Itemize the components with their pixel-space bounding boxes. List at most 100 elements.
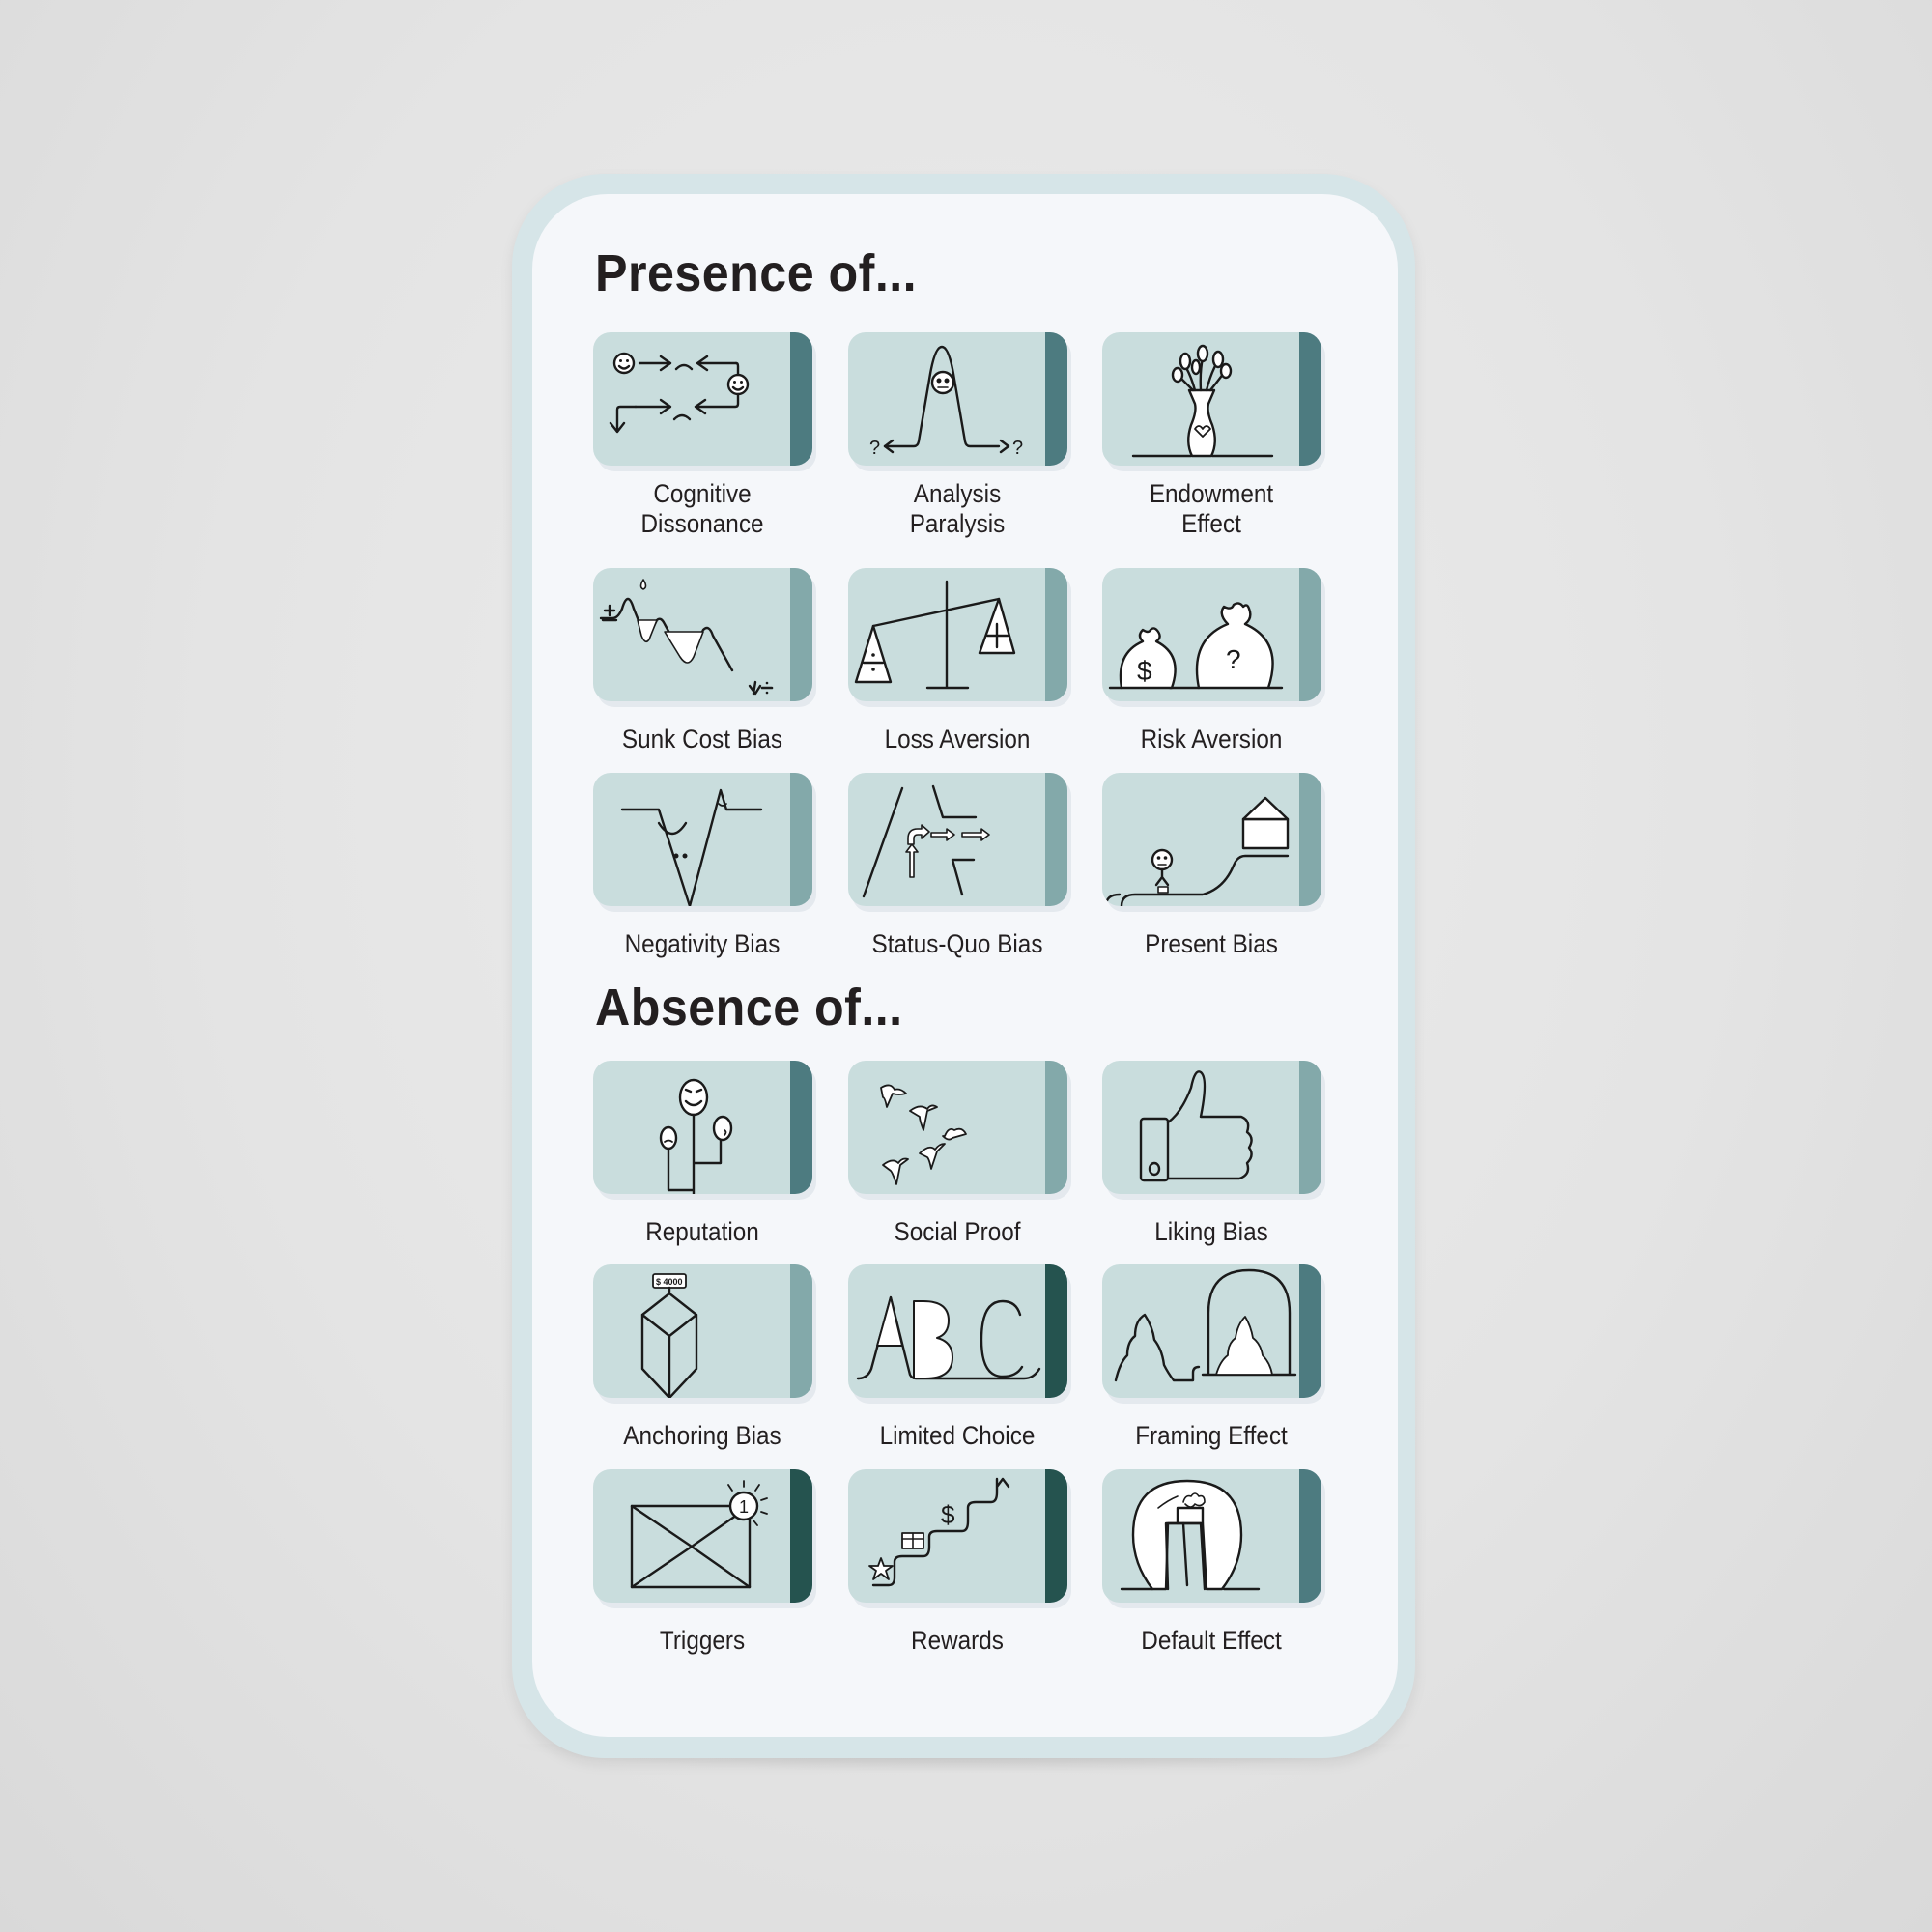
- tile-accent-bar: [790, 773, 812, 906]
- path-to-house-icon: [1102, 773, 1299, 906]
- tile-body: [1102, 1264, 1321, 1398]
- tile-body: ??: [848, 332, 1067, 466]
- tile-accent-bar: [1045, 568, 1067, 701]
- bias-tile-thumbs-up[interactable]: [1102, 1061, 1325, 1200]
- bias-label: Cognitive Dissonance: [589, 479, 815, 539]
- bias-tile-price-tag-cube[interactable]: $ 4000: [593, 1264, 816, 1404]
- svg-text:$: $: [1137, 656, 1152, 686]
- bias-tile-abc-letters[interactable]: [848, 1264, 1071, 1404]
- bias-label-line: Social Proof: [894, 1217, 1021, 1246]
- bias-tile-spotlight-pedestal[interactable]: [1102, 1469, 1325, 1608]
- bias-tile-flock-birds[interactable]: [848, 1061, 1071, 1200]
- svg-text:?: ?: [1012, 438, 1023, 459]
- tile-body: $ ?: [1102, 568, 1321, 701]
- svg-text:?: ?: [869, 438, 880, 459]
- bias-label: Social Proof: [844, 1217, 1070, 1247]
- tile-body: [1102, 332, 1321, 466]
- road-arrows-icon: [848, 773, 1045, 906]
- bias-tile-analysis-paralysis[interactable]: ??: [848, 332, 1071, 471]
- bias-label-line: Loss Aversion: [884, 724, 1031, 753]
- bias-label: Sunk Cost Bias: [589, 724, 815, 754]
- tile-body: [593, 773, 812, 906]
- bias-tile-faces-tree[interactable]: [593, 1061, 816, 1200]
- tile-body: [848, 568, 1067, 701]
- bias-label-line: Status-Quo Bias: [871, 929, 1043, 958]
- section-title-presence: Presence of...: [595, 244, 918, 302]
- bias-tile-envelope-notification[interactable]: 1: [593, 1469, 816, 1608]
- thumbs-up-icon: [1102, 1061, 1299, 1194]
- bias-tile-cognitive-dissonance[interactable]: [593, 332, 816, 471]
- section-title-absence: Absence of...: [595, 979, 903, 1037]
- bias-label-line: Dissonance: [640, 509, 764, 538]
- bias-tile-framed-tree[interactable]: [1102, 1264, 1325, 1404]
- bias-tile-endowment-vase[interactable]: [1102, 332, 1325, 471]
- bias-tile-path-to-house[interactable]: [1102, 773, 1325, 912]
- bias-tile-reward-stairs[interactable]: $: [848, 1469, 1071, 1608]
- bias-label-line: Negativity Bias: [624, 929, 781, 958]
- tile-accent-bar: [1045, 332, 1067, 466]
- bias-label: Default Effect: [1098, 1626, 1324, 1656]
- bias-label-line: Effect: [1181, 509, 1241, 538]
- bias-label-line: Rewards: [911, 1626, 1004, 1655]
- tile-accent-bar: [790, 1061, 812, 1194]
- svg-text:?: ?: [1226, 644, 1241, 674]
- bias-label-line: Cognitive: [653, 479, 752, 508]
- bias-label-line: Analysis: [913, 479, 1002, 508]
- bias-label-line: Anchoring Bias: [623, 1421, 781, 1450]
- tile-body: [848, 773, 1067, 906]
- bias-label: Liking Bias: [1098, 1217, 1324, 1247]
- tile-body: [1102, 1061, 1321, 1194]
- bias-label-line: Endowment: [1149, 479, 1274, 508]
- tile-accent-bar: [1045, 1061, 1067, 1194]
- bias-label: Reputation: [589, 1217, 815, 1247]
- bias-label: Loss Aversion: [844, 724, 1070, 754]
- bias-tile-road-arrows[interactable]: [848, 773, 1071, 912]
- bias-label-line: Paralysis: [909, 509, 1006, 538]
- analysis-paralysis-icon: ??: [848, 332, 1045, 466]
- bias-tile-sunk-cost[interactable]: [593, 568, 816, 707]
- tile-accent-bar: [1299, 1264, 1321, 1398]
- bias-label-line: Liking Bias: [1154, 1217, 1268, 1246]
- tile-body: 1: [593, 1469, 812, 1603]
- bias-label: Triggers: [589, 1626, 815, 1656]
- tile-accent-bar: [1045, 1264, 1067, 1398]
- tile-accent-bar: [790, 332, 812, 466]
- tile-accent-bar: [1299, 568, 1321, 701]
- bias-label: Rewards: [844, 1626, 1070, 1656]
- flock-birds-icon: [848, 1061, 1045, 1194]
- tile-accent-bar: [1045, 1469, 1067, 1603]
- cognitive-dissonance-icon: [593, 332, 790, 466]
- bias-label: Endowment Effect: [1098, 479, 1324, 539]
- balance-scale-icon: [848, 568, 1045, 701]
- bias-tile-money-bags[interactable]: $ ?: [1102, 568, 1325, 707]
- reward-stairs-icon: $: [848, 1469, 1045, 1603]
- bias-label: Analysis Paralysis: [844, 479, 1070, 539]
- framed-tree-icon: [1102, 1264, 1299, 1398]
- reward-currency-text: $: [941, 1500, 955, 1529]
- tile-body: [593, 568, 812, 701]
- bias-label: Framing Effect: [1098, 1421, 1324, 1451]
- tile-accent-bar: [1299, 332, 1321, 466]
- bias-label-line: Risk Aversion: [1140, 724, 1283, 753]
- bias-label-line: Present Bias: [1145, 929, 1278, 958]
- tile-accent-bar: [1045, 773, 1067, 906]
- tile-body: [593, 1061, 812, 1194]
- tile-body: [1102, 773, 1321, 906]
- bias-label-line: Triggers: [659, 1626, 746, 1655]
- bias-label-line: Framing Effect: [1135, 1421, 1288, 1450]
- bias-label-line: Default Effect: [1141, 1626, 1282, 1655]
- endowment-vase-icon: [1102, 332, 1299, 466]
- price-tag-cube-icon: $ 4000: [593, 1264, 790, 1398]
- tile-body: [593, 332, 812, 466]
- tile-accent-bar: [790, 1469, 812, 1603]
- bias-label: Risk Aversion: [1098, 724, 1324, 754]
- sunk-cost-icon: [593, 568, 790, 701]
- abc-letters-icon: [848, 1264, 1045, 1398]
- tile-body: $ 4000: [593, 1264, 812, 1398]
- tile-body: [848, 1264, 1067, 1398]
- bias-tile-balance-scale[interactable]: [848, 568, 1071, 707]
- bias-label-line: Sunk Cost Bias: [621, 724, 783, 753]
- price-tag-text: $ 4000: [656, 1277, 683, 1287]
- bias-label: Present Bias: [1098, 929, 1324, 959]
- bias-tile-negativity-valley[interactable]: [593, 773, 816, 912]
